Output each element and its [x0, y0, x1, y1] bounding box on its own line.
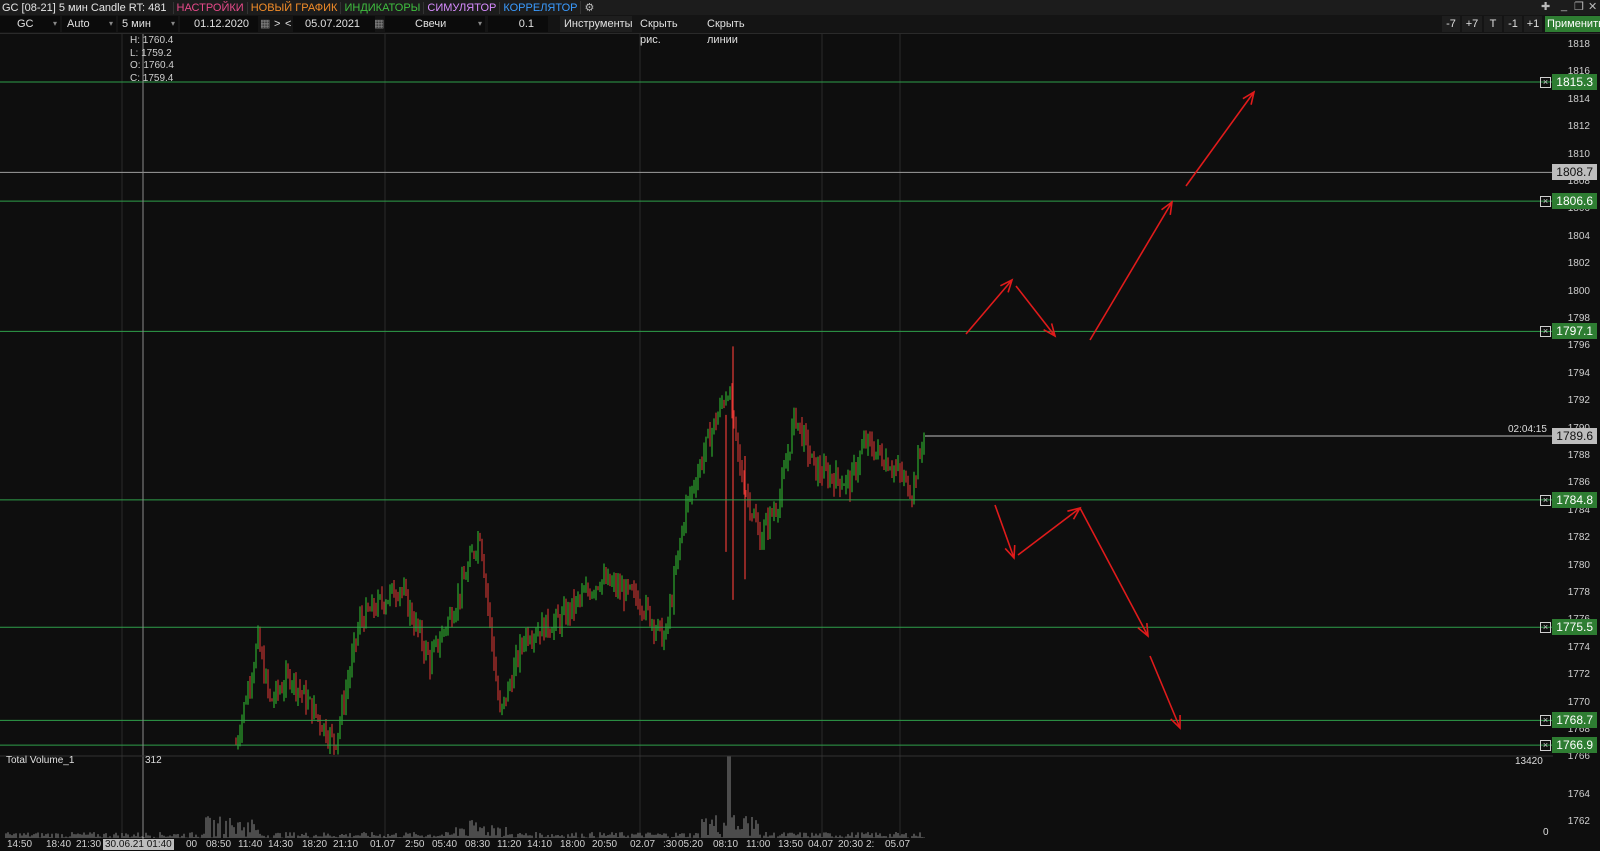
arrow-head	[1161, 200, 1174, 215]
remove-level-icon[interactable]: ×	[1540, 196, 1551, 208]
volume-max-label: 13420	[1515, 756, 1543, 767]
forecast-arrow	[994, 504, 1015, 559]
time-tick: 20:50	[592, 839, 618, 850]
current-price-tag: 1789.6	[1552, 428, 1597, 444]
bar-timer: 02:04:15	[1508, 424, 1547, 435]
price-tick: 1802	[1567, 258, 1590, 270]
time-tick: 20:30	[838, 839, 864, 850]
price-tick: 1780	[1567, 559, 1590, 571]
price-tick: 1788	[1567, 450, 1590, 461]
price-tick: 1794	[1567, 367, 1590, 379]
price-tick: 1812	[1567, 121, 1590, 133]
time-tick: 05.07	[885, 839, 911, 850]
time-tick: 18:00	[560, 839, 586, 850]
level-price-tag: 1775.5	[1552, 619, 1597, 636]
forecast-arrow	[1079, 507, 1149, 637]
time-tick: 18:20	[302, 839, 328, 850]
ohlc-close: C: 1759.4	[130, 72, 174, 84]
time-tick: 05:20	[678, 839, 704, 850]
price-tick: 1804	[1567, 230, 1590, 242]
time-tick: 04.07	[808, 839, 834, 850]
price-tick: 1796	[1567, 340, 1590, 352]
volume-zero-label: 0	[1543, 827, 1549, 838]
forecast-arrows	[965, 90, 1256, 730]
time-tick: 01.07	[370, 839, 396, 850]
volume-cursor-value: 312	[145, 755, 162, 766]
level-price-tag: 1806.6	[1552, 193, 1597, 210]
forecast-arrow	[965, 279, 1013, 335]
remove-level-icon[interactable]: ×	[1540, 740, 1551, 752]
ohlc-readout: H: 1760.4 L: 1759.2 O: 1760.4 C: 1759.4	[130, 35, 174, 85]
time-tick: 08:10	[713, 839, 739, 850]
price-tick: 1786	[1567, 477, 1590, 489]
time-tick: :30	[663, 839, 677, 850]
volume-title: Total Volume_1	[6, 755, 75, 766]
time-tick: 11:00	[746, 839, 771, 850]
grid	[121, 34, 901, 838]
forecast-arrow	[1089, 201, 1173, 341]
time-tick: 08:30	[465, 839, 491, 850]
price-tick: 1810	[1567, 148, 1590, 160]
ohlc-open: O: 1760.4	[130, 60, 174, 71]
time-tick: 00	[186, 839, 198, 850]
price-chart[interactable]	[0, 0, 1600, 851]
forecast-arrow	[1149, 655, 1181, 729]
level-price-tag: 1768.7	[1552, 712, 1597, 729]
volume-bars	[5, 756, 925, 838]
price-tick: 1800	[1567, 285, 1590, 297]
time-tick: 08:50	[206, 839, 232, 850]
price-tick: 1778	[1567, 587, 1590, 598]
price-tick: 1792	[1567, 395, 1590, 407]
time-tick: 14:50	[7, 839, 33, 850]
level-price-tag: 1815.3	[1552, 73, 1597, 90]
price-tick: 1762	[1567, 816, 1590, 827]
price-tick: 1770	[1567, 696, 1590, 708]
time-tick: 18:40	[46, 839, 72, 850]
time-tick: 2:	[866, 839, 875, 850]
price-tick: 1818	[1567, 39, 1590, 50]
level-price-tag: 1766.9	[1552, 737, 1597, 754]
time-tick: 30.06.21 01:40	[103, 839, 174, 850]
time-tick: 14:10	[527, 839, 553, 850]
time-tick: 21:30	[76, 839, 102, 850]
time-tick: 2:50	[405, 839, 425, 850]
level-price-tag: 1784.8	[1552, 491, 1597, 508]
price-tick: 1782	[1567, 532, 1590, 544]
time-tick: 14:30	[268, 839, 294, 850]
time-tick: 13:50	[778, 839, 804, 850]
remove-level-icon[interactable]: ×	[1540, 622, 1551, 634]
time-tick: 21:10	[333, 839, 359, 850]
level-price-tag: 1808.7	[1552, 164, 1597, 181]
level-price-tag: 1797.1	[1552, 323, 1597, 340]
time-tick: 11:40	[238, 839, 263, 850]
price-tick: 1774	[1567, 641, 1590, 653]
time-tick: 05:40	[432, 839, 458, 850]
candles	[235, 346, 925, 755]
forecast-arrow	[1017, 507, 1081, 556]
time-tick: 11:20	[497, 839, 522, 850]
price-tick: 1772	[1567, 669, 1590, 681]
ohlc-high: H: 1760.4	[130, 35, 174, 46]
price-tick: 1814	[1567, 93, 1590, 105]
time-tick: 02.07	[630, 839, 656, 850]
remove-level-icon[interactable]: ×	[1540, 76, 1551, 88]
remove-level-icon[interactable]: ×	[1540, 326, 1551, 338]
ohlc-low: L: 1759.2	[130, 47, 172, 59]
level-lines	[0, 81, 1553, 746]
forecast-arrow	[1015, 285, 1056, 337]
remove-level-icon[interactable]: ×	[1540, 715, 1551, 727]
price-tick: 1764	[1567, 789, 1590, 800]
remove-level-icon[interactable]: ×	[1540, 494, 1551, 506]
forecast-arrow	[1185, 91, 1255, 187]
